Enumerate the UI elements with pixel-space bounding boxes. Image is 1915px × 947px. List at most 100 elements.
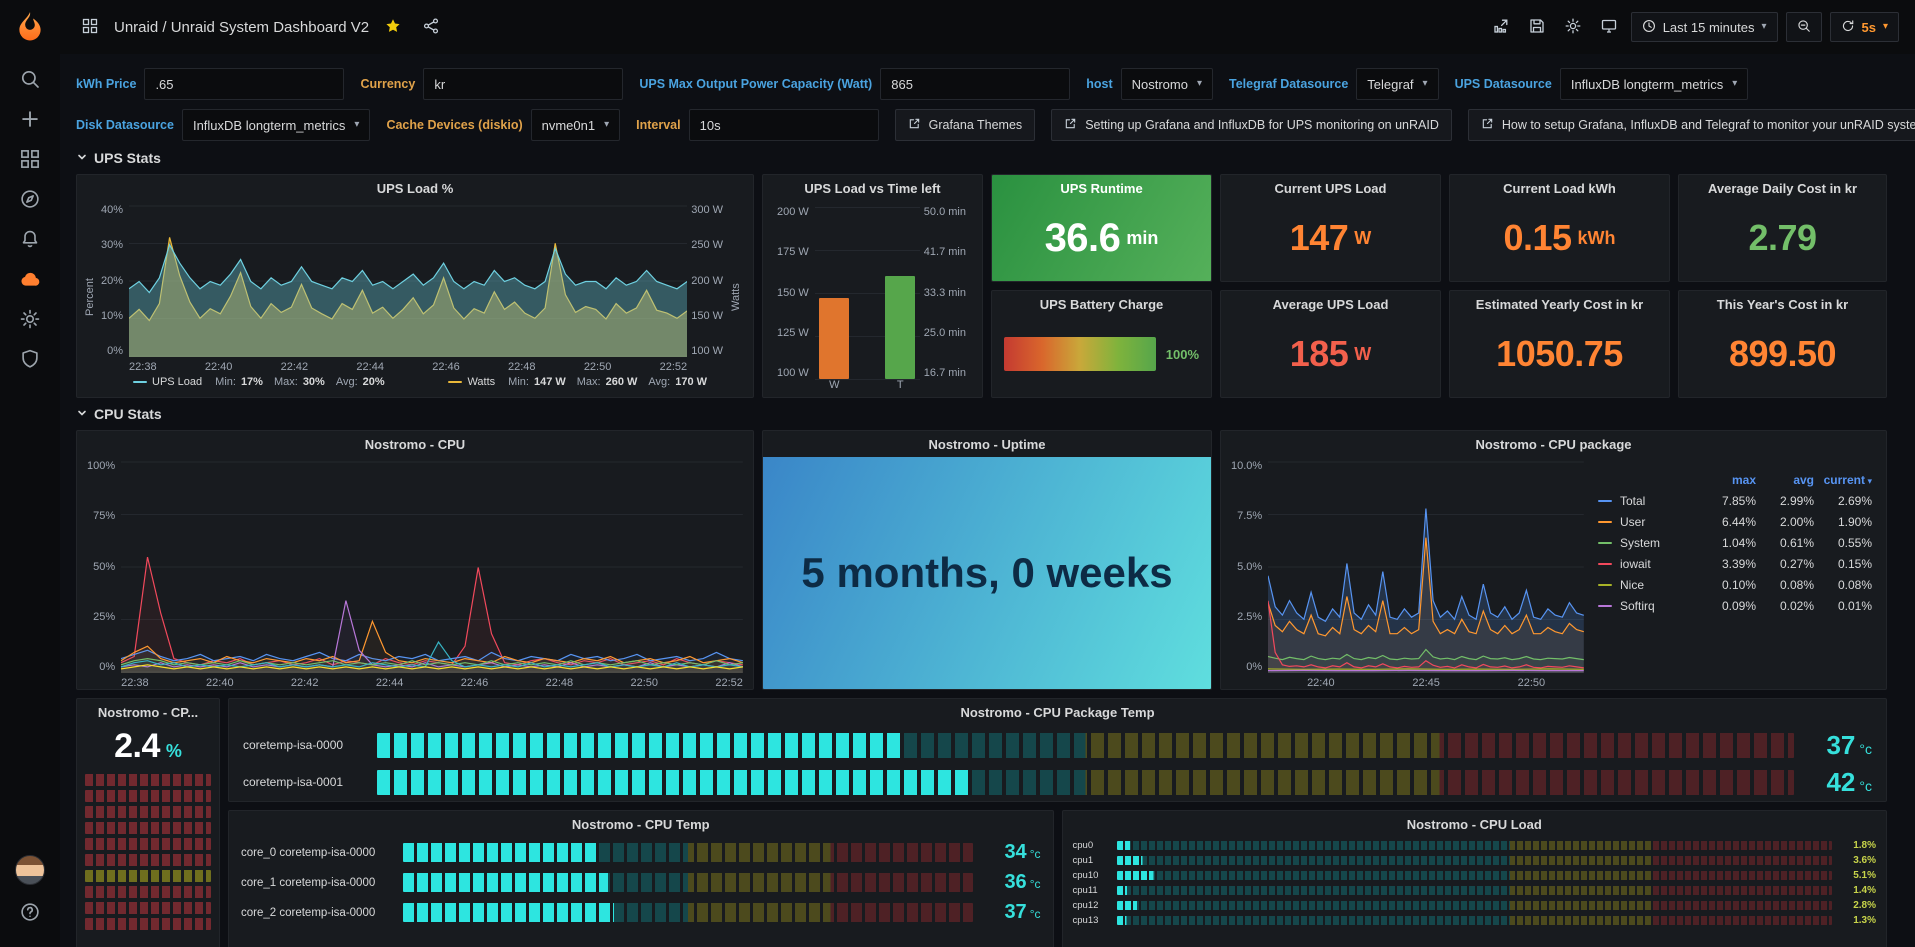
section-cpu-stats[interactable]: CPU Stats	[76, 406, 1887, 422]
refresh-picker[interactable]: 5s ▾	[1830, 12, 1900, 42]
sidebar-cloud-button[interactable]	[8, 260, 52, 300]
panel-title[interactable]: UPS Runtime	[992, 175, 1211, 201]
gauge-row-core_0 coretemp-isa-0000: core_0 coretemp-isa-000034°c	[241, 841, 1041, 864]
panel-title[interactable]: Current UPS Load	[1221, 175, 1440, 201]
panel-title[interactable]: UPS Load vs Time left	[763, 175, 982, 201]
currency-input[interactable]	[423, 68, 623, 100]
bar-chart[interactable]	[815, 207, 920, 379]
host-select[interactable]: Nostromo▾	[1121, 68, 1213, 100]
cycle-view-button[interactable]	[1595, 13, 1623, 41]
sidebar-config-button[interactable]	[8, 300, 52, 340]
sidebar	[0, 0, 60, 947]
legend-row-User[interactable]: User6.44%2.00%1.90%	[1598, 511, 1872, 532]
cpu-chart[interactable]	[121, 461, 743, 673]
panel-title[interactable]: Nostromo - CP...	[77, 699, 219, 725]
led-gauge	[1117, 901, 1833, 910]
panel-current-load-kwh: Current Load kWh 0.15kWh	[1449, 174, 1670, 282]
sidebar-dashboards-button[interactable]	[8, 140, 52, 180]
cache-devices-select[interactable]: nvme0n1▾	[531, 109, 621, 141]
time-range-picker[interactable]: Last 15 minutes ▾	[1631, 12, 1778, 42]
compass-icon	[20, 189, 40, 212]
stat-value: 2.79	[1748, 217, 1816, 259]
ups-load-chart[interactable]	[129, 205, 687, 357]
cloud-icon	[20, 269, 40, 292]
section-ups-stats[interactable]: UPS Stats	[76, 150, 1887, 166]
panel-title[interactable]: This Year's Cost in kr	[1679, 291, 1886, 317]
link-grafana-themes[interactable]: Grafana Themes	[895, 109, 1036, 141]
plus-icon	[20, 109, 40, 132]
caret-down-icon: ▾	[1883, 22, 1888, 32]
share-icon	[423, 18, 439, 37]
var-ups-max-output: UPS Max Output Power Capacity (Watt)	[639, 68, 1070, 100]
legend-header-max[interactable]: max	[1698, 473, 1756, 487]
var-label: UPS Max Output Power Capacity (Watt)	[639, 77, 872, 91]
add-panel-button[interactable]	[1487, 13, 1515, 41]
legend-header-current[interactable]: current ▾	[1814, 473, 1872, 487]
panel-title[interactable]: Estimated Yearly Cost in kr	[1450, 291, 1669, 317]
y-axis-ticks-left: 40%30%20%10%0%	[97, 205, 129, 373]
bar-W[interactable]	[819, 298, 849, 379]
var-label: Cache Devices (diskio)	[386, 118, 522, 132]
question-icon	[20, 902, 40, 925]
panel-title[interactable]: Nostromo - CPU Temp	[229, 811, 1053, 837]
y-axis-ticks: 10.0%7.5%5.0%2.5%0%	[1227, 461, 1268, 689]
bar-T[interactable]	[885, 276, 915, 379]
link-ups-monitoring-guide[interactable]: Setting up Grafana and InfluxDB for UPS …	[1051, 109, 1452, 141]
time-range-label: Last 15 minutes	[1663, 20, 1755, 35]
sidebar-help-button[interactable]	[8, 893, 52, 933]
dashboards-breadcrumb-button[interactable]	[76, 13, 104, 41]
panel-title[interactable]: Average UPS Load	[1221, 291, 1440, 317]
var-disk-datasource: Disk Datasource InfluxDB longterm_metric…	[76, 109, 370, 141]
legend-item-Watts[interactable]: WattsMin:147 WMax:260 WAvg:170 W	[448, 376, 707, 388]
zoom-out-icon	[1797, 19, 1811, 36]
disk-datasource-select[interactable]: InfluxDB longterm_metrics▾	[182, 109, 370, 141]
search-icon	[20, 69, 40, 92]
panel-title[interactable]: UPS Battery Charge	[992, 291, 1211, 317]
sidebar-explore-button[interactable]	[8, 180, 52, 220]
panel-ups-battery-charge: UPS Battery Charge 100%	[991, 290, 1212, 398]
legend-row-Nice[interactable]: Nice0.10%0.08%0.08%	[1598, 574, 1872, 595]
panel-nostromo-cpu-package: Nostromo - CPU package 10.0%7.5%5.0%2.5%…	[1220, 430, 1887, 690]
panel-title[interactable]: Nostromo - CPU Package Temp	[229, 699, 1886, 725]
sidebar-search-button[interactable]	[8, 60, 52, 100]
star-button[interactable]	[379, 13, 407, 41]
panel-cpu-temp: Nostromo - CPU Temp core_0 coretemp-isa-…	[228, 810, 1054, 947]
dashboard-settings-button[interactable]	[1559, 13, 1587, 41]
panel-title[interactable]: Average Daily Cost in kr	[1679, 175, 1886, 201]
panel-title[interactable]: Nostromo - CPU Load	[1063, 811, 1887, 837]
legend-item-UPS Load[interactable]: UPS LoadMin:17%Max:30%Avg:20%	[133, 376, 385, 388]
panel-title[interactable]: Current Load kWh	[1450, 175, 1669, 201]
grafana-logo[interactable]	[13, 10, 47, 44]
sidebar-admin-button[interactable]	[8, 340, 52, 380]
interval-input[interactable]	[689, 109, 879, 141]
var-interval: Interval	[636, 109, 878, 141]
panel-title[interactable]: Nostromo - CPU package	[1221, 431, 1886, 457]
caret-down-icon: ▾	[1197, 79, 1202, 89]
dashboard-title[interactable]: Unraid / Unraid System Dashboard V2	[114, 19, 369, 36]
link-telegraf-setup-guide[interactable]: How to setup Grafana, InfluxDB and Teleg…	[1468, 109, 1915, 141]
cpu-package-chart[interactable]	[1268, 461, 1584, 673]
panel-title[interactable]: Nostromo - Uptime	[763, 431, 1211, 457]
caret-down-icon: ▾	[1423, 79, 1428, 89]
var-kwh-price: kWh Price	[76, 68, 344, 100]
led-gauge	[377, 770, 1794, 795]
legend-row-System[interactable]: System1.04%0.61%0.55%	[1598, 532, 1872, 553]
panel-title[interactable]: Nostromo - CPU	[77, 431, 753, 457]
sidebar-alerting-button[interactable]	[8, 220, 52, 260]
telegraf-datasource-select[interactable]: Telegraf▾	[1356, 68, 1438, 100]
legend-row-Total[interactable]: Total7.85%2.99%2.69%	[1598, 490, 1872, 511]
save-icon	[1529, 18, 1545, 37]
share-button[interactable]	[417, 13, 445, 41]
save-dashboard-button[interactable]	[1523, 13, 1551, 41]
external-link-icon	[1481, 117, 1494, 133]
sidebar-create-button[interactable]	[8, 100, 52, 140]
panel-title[interactable]: UPS Load %	[77, 175, 753, 201]
legend-row-Softirq[interactable]: Softirq0.09%0.02%0.01%	[1598, 595, 1872, 616]
ups-max-output-input[interactable]	[880, 68, 1070, 100]
ups-datasource-select[interactable]: InfluxDB longterm_metrics▾	[1560, 68, 1748, 100]
user-avatar[interactable]	[15, 855, 45, 885]
legend-header-avg[interactable]: avg	[1756, 473, 1814, 487]
zoom-out-button[interactable]	[1786, 12, 1822, 42]
legend-row-iowait[interactable]: iowait3.39%0.27%0.15%	[1598, 553, 1872, 574]
kwh-price-input[interactable]	[144, 68, 344, 100]
